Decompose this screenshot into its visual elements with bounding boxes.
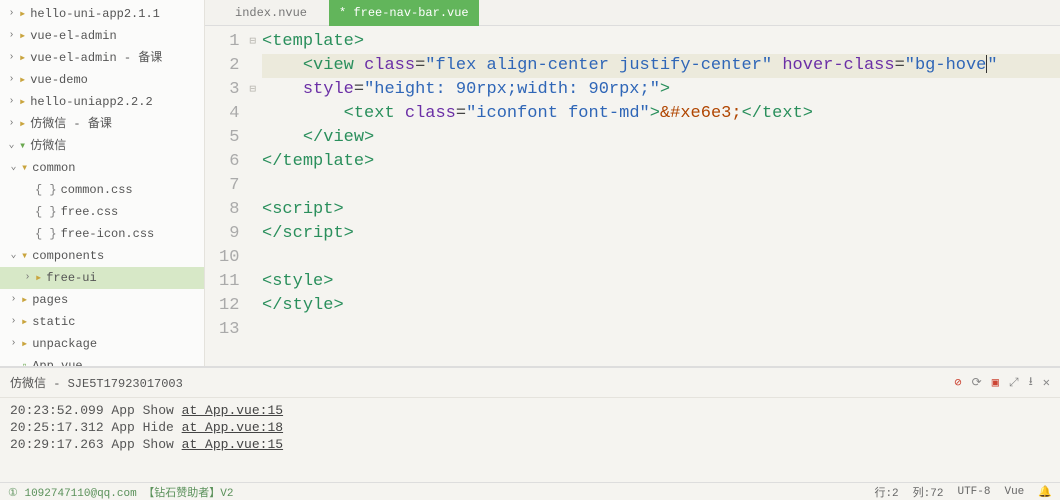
tree-item[interactable]: ›▸vue-demo [0,69,204,91]
tree-label: pages [32,291,68,309]
tree-label: vue-el-admin [30,27,116,45]
tree-label: 仿微信 - 备课 [30,115,112,133]
code-content[interactable]: <template> <view class="flex align-cente… [258,26,1060,366]
tree-item[interactable]: ›▸hello-uniapp2.2.2 [0,91,204,113]
tree-item[interactable]: { }free-icon.css [0,223,204,245]
status-lang[interactable]: Vue [1004,486,1024,498]
tree-item[interactable]: ⌄▾仿微信 [0,135,204,157]
tree-label: free.css [61,203,119,221]
tree-item[interactable]: { }common.css [0,179,204,201]
tree-item-selected[interactable]: ›▸free-ui [0,267,204,289]
file-explorer[interactable]: ›▸hello-uni-app2.1.1 ›▸vue-el-admin ›▸vu… [0,0,205,366]
tree-label: App.vue [32,357,82,366]
fold-markers[interactable]: ⊟⊟ [249,26,258,366]
tree-label: free-ui [46,269,96,287]
tree-label: free-icon.css [61,225,155,243]
console-title: 仿微信 - SJE5T17923017003 [10,374,183,391]
editor-tabs: index.nvue * free-nav-bar.vue [205,0,1060,26]
tree-label: unpackage [32,335,97,353]
tab-active[interactable]: * free-nav-bar.vue [329,0,479,26]
tree-label: vue-el-admin - 备课 [30,49,162,67]
expand-icon[interactable]: ⤢ [1009,376,1019,390]
tree-label: 仿微信 [30,137,66,155]
tree-item[interactable]: ›▸unpackage [0,333,204,355]
tree-label: hello-uniapp2.2.2 [30,93,152,111]
status-line[interactable]: 行:2 [874,484,898,500]
tree-item[interactable]: ▫App.vue [0,355,204,366]
tree-item[interactable]: ›▸仿微信 - 备课 [0,113,204,135]
status-account[interactable]: ① 1092747110@qq.com [8,488,137,500]
console-link[interactable]: at App.vue:15 [182,403,283,418]
code-editor[interactable]: 12345678910111213 ⊟⊟ <template> <view cl… [205,26,1060,366]
status-encoding[interactable]: UTF-8 [957,486,990,498]
console-link[interactable]: at App.vue:15 [182,437,283,452]
tree-item[interactable]: ›▸vue-el-admin - 备课 [0,47,204,69]
tree-label: common.css [61,181,133,199]
restart-icon[interactable]: ⟳ [972,375,982,390]
tree-label: hello-uni-app2.1.1 [30,5,160,23]
tree-item[interactable]: ⌄▾common [0,157,204,179]
console-panel: 仿微信 - SJE5T17923017003 ⊘ ⟳ ▣ ⤢ ⭳ ✕ 20:23… [0,367,1060,482]
status-col[interactable]: 列:72 [913,484,944,500]
tree-label: components [32,247,104,265]
console-link[interactable]: at App.vue:18 [182,420,283,435]
download-icon[interactable]: ⭳ [1029,372,1033,393]
tree-label: vue-demo [30,71,88,89]
console-output[interactable]: 20:23:52.099 App Show at App.vue:15 20:2… [0,398,1060,457]
tree-item[interactable]: ›▸static [0,311,204,333]
square-icon[interactable]: ▣ [992,375,999,390]
tab-inactive[interactable]: index.nvue [225,0,317,26]
tree-item[interactable]: ›▸vue-el-admin [0,25,204,47]
tree-label: common [32,159,75,177]
line-numbers: 12345678910111213 [205,26,249,366]
tree-item[interactable]: ⌄▾components [0,245,204,267]
status-bar: ① 1092747110@qq.com 【钻石赞助者】V2 行:2 列:72 U… [0,482,1060,500]
stop-icon[interactable]: ⊘ [954,375,961,390]
status-badge: 【钻石赞助者】V2 [143,488,233,500]
tree-item[interactable]: ›▸hello-uni-app2.1.1 [0,3,204,25]
tree-item[interactable]: { }free.css [0,201,204,223]
close-icon[interactable]: ✕ [1043,375,1050,390]
tree-label: static [32,313,75,331]
bell-icon[interactable]: 🔔 [1038,485,1052,499]
tree-item[interactable]: ›▸pages [0,289,204,311]
